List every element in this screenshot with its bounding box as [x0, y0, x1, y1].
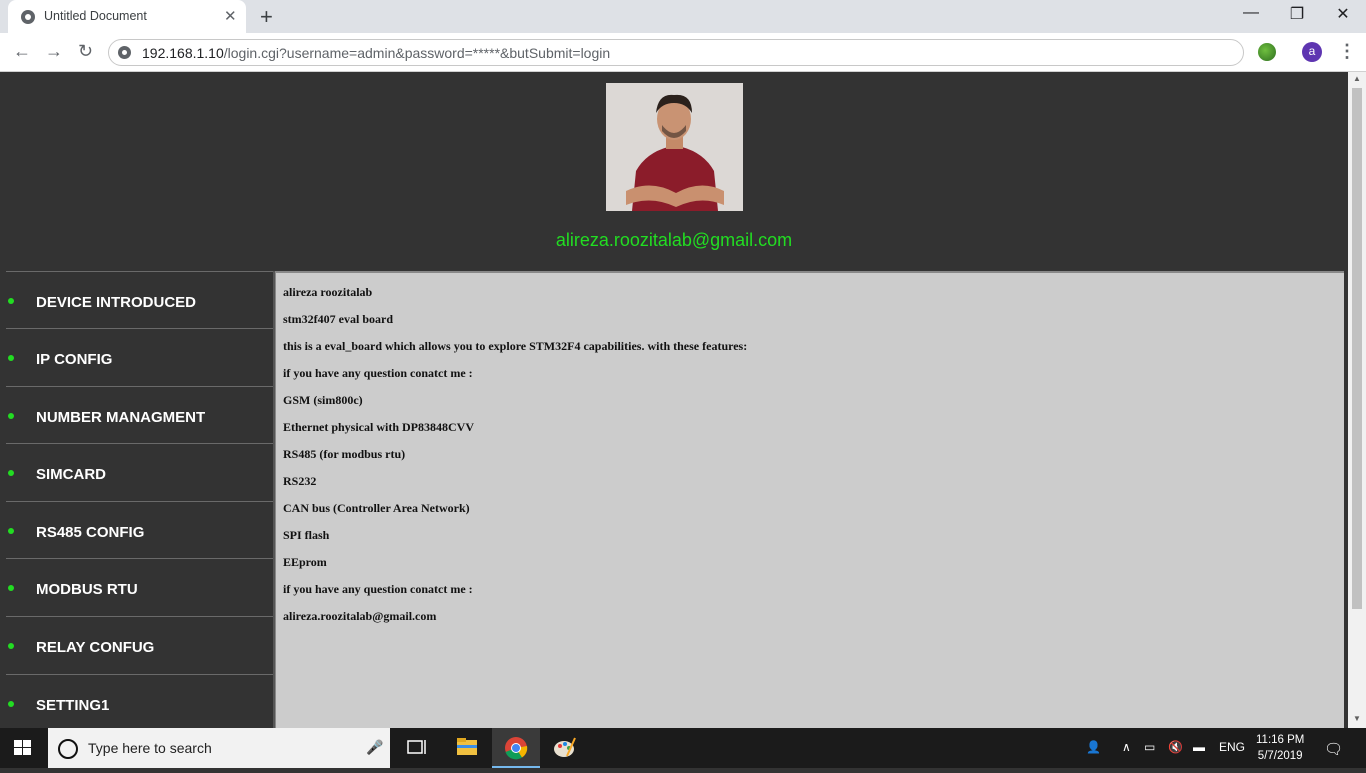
tray-chevron-icon[interactable]: ∧ — [1122, 740, 1131, 754]
browser-toolbar: ← → ↻ 192.168.1.10/login.cgi?username=ad… — [0, 33, 1366, 72]
paint-app-icon[interactable] — [541, 728, 589, 768]
url-text[interactable]: 192.168.1.10/login.cgi?username=admin&pa… — [142, 45, 610, 61]
forward-button[interactable]: → — [45, 41, 63, 62]
back-button[interactable]: ← — [13, 41, 31, 62]
bullet-icon — [8, 413, 14, 419]
url-path: /login.cgi?username=admin&password=*****… — [223, 45, 611, 61]
bullet-icon — [8, 470, 14, 476]
sidebar-item-simcard[interactable]: SIMCARD — [6, 443, 274, 501]
extension-icon[interactable] — [1258, 43, 1276, 61]
page-scrollbar[interactable]: ▲ ▼ — [1348, 72, 1366, 728]
content-line: EEprom — [283, 555, 327, 569]
bullet-icon — [8, 298, 14, 304]
sidebar-menu: DEVICE INTRODUCED IP CONFIG NUMBER MANAG… — [6, 271, 274, 728]
content-line: if you have any question conatct me : — [283, 582, 473, 596]
sidebar-item-ip-config[interactable]: IP CONFIG — [6, 328, 274, 386]
clock-date: 5/7/2019 — [1257, 750, 1303, 762]
new-tab-button[interactable]: + — [260, 4, 273, 30]
sidebar-item-label: RS485 CONFIG — [36, 524, 145, 541]
people-icon[interactable]: 👤 — [1086, 740, 1101, 754]
volume-muted-icon[interactable]: 🔇 — [1168, 740, 1183, 754]
sidebar-item-label: SIMCARD — [36, 466, 106, 483]
task-view-icon[interactable] — [392, 728, 440, 768]
address-bar[interactable]: 192.168.1.10/login.cgi?username=admin&pa… — [108, 39, 1244, 66]
scroll-thumb[interactable] — [1352, 88, 1362, 609]
sidebar-item-device-introduced[interactable]: DEVICE INTRODUCED — [6, 271, 274, 328]
header-email: alireza.roozitalab@gmail.com — [555, 230, 793, 250]
file-explorer-icon[interactable] — [443, 728, 491, 768]
site-info-icon[interactable] — [118, 46, 131, 59]
clock-time: 11:16 PM — [1256, 734, 1305, 746]
sidebar-item-setting1[interactable]: SETTING1 — [6, 674, 274, 728]
notification-icon[interactable]: 🗨 — [1324, 740, 1343, 758]
content-line: this is a eval_board which allows you to… — [283, 339, 748, 353]
language-indicator[interactable]: ENG — [1219, 740, 1245, 754]
content-panel: alireza roozitalab stm32f407 eval board … — [275, 271, 1344, 728]
url-host: 192.168.1.10 — [142, 45, 224, 61]
content-line: if you have any question conatct me : — [283, 366, 473, 380]
close-window-button[interactable]: ✕ — [1320, 4, 1366, 24]
bullet-icon — [8, 701, 14, 707]
content-line: GSM (sim800c) — [283, 393, 363, 407]
battery-icon[interactable]: ▬ — [1193, 740, 1205, 754]
taskbar-search-box[interactable]: Type here to search 🎤 — [48, 728, 390, 768]
content-line: stm32f407 eval board — [283, 312, 393, 326]
sidebar-item-label: RELAY CONFUG — [36, 639, 155, 656]
content-line: SPI flash — [283, 528, 330, 542]
reload-button[interactable]: ↻ — [78, 41, 93, 62]
sidebar-item-relay-confug[interactable]: RELAY CONFUG — [6, 616, 274, 674]
sidebar-item-label: DEVICE INTRODUCED — [36, 294, 197, 311]
content-line: RS485 (for modbus rtu) — [283, 447, 406, 461]
sidebar-item-label: NUMBER MANAGMENT — [36, 409, 206, 426]
sidebar-item-label: IP CONFIG — [36, 351, 113, 368]
sidebar-item-label: SETTING1 — [36, 697, 110, 714]
bullet-icon — [8, 528, 14, 534]
windows-start-icon[interactable] — [14, 740, 32, 756]
bullet-icon — [8, 585, 14, 591]
profile-avatar[interactable]: a — [1302, 42, 1322, 62]
restore-button[interactable]: ❐ — [1274, 4, 1320, 24]
network-icon[interactable]: ▭ — [1144, 740, 1155, 754]
microphone-icon[interactable]: 🎤 — [366, 739, 383, 756]
sidebar-item-rs485-config[interactable]: RS485 CONFIG — [6, 501, 274, 558]
sidebar-item-label: MODBUS RTU — [36, 581, 138, 598]
sidebar-item-number-managment[interactable]: NUMBER MANAGMENT — [6, 386, 274, 443]
content-line: CAN bus (Controller Area Network) — [283, 501, 470, 515]
content-line: alireza roozitalab — [283, 285, 373, 299]
sidebar-item-modbus-rtu[interactable]: MODBUS RTU — [6, 558, 274, 616]
bullet-icon — [8, 643, 14, 649]
windows-taskbar: Type here to search 🎤 👤 ∧ ▭ 🔇 ▬ ENG 11:1… — [0, 728, 1366, 768]
tab-close-icon[interactable]: ✕ — [224, 7, 237, 25]
browser-tab[interactable]: Untitled Document ✕ — [8, 0, 246, 33]
content-line: RS232 — [283, 474, 317, 488]
tab-strip: Untitled Document ✕ + — ❐ ✕ — [0, 0, 1366, 33]
tab-title: Untitled Document — [44, 9, 147, 23]
scroll-up-arrow-icon[interactable]: ▲ — [1353, 74, 1361, 83]
globe-icon — [21, 10, 35, 24]
content-email: alireza.roozitalab@gmail.com — [283, 609, 437, 623]
taskbar-clock[interactable]: 11:16 PM 5/7/2019 — [1256, 732, 1304, 764]
search-placeholder: Type here to search — [88, 740, 212, 756]
page-viewport: alireza.roozitalab@gmail.com DEVICE INTR… — [0, 72, 1348, 728]
content-line: Ethernet physical with DP83848CVV — [283, 420, 474, 434]
scroll-down-arrow-icon[interactable]: ▼ — [1353, 714, 1361, 723]
browser-menu-icon[interactable]: ⋮ — [1338, 41, 1356, 62]
cortana-icon — [58, 739, 78, 759]
bullet-icon — [8, 355, 14, 361]
profile-photo — [606, 83, 743, 211]
minimize-button[interactable]: — — [1228, 4, 1274, 22]
chrome-taskbar-icon[interactable] — [492, 728, 540, 768]
